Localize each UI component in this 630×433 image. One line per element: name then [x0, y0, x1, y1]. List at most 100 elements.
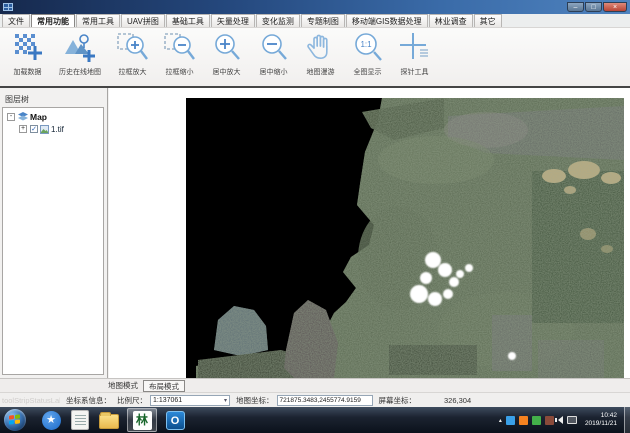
tray-expand-icon[interactable]: ▴ — [499, 417, 502, 424]
toolbar-button-label: 拉框放大 — [119, 67, 147, 77]
layer-panel: 图层树 - Map + ✓ 1.tif — [0, 88, 108, 378]
close-button[interactable]: × — [603, 2, 627, 12]
history-online-map-button[interactable]: 历史在线地图 — [51, 30, 109, 77]
layer-visibility-checkbox[interactable]: ✓ — [30, 125, 38, 133]
map-layers-icon — [18, 112, 28, 122]
status-bar: toolStripStatusLabel1 坐标系信息： 比例尺： 1:1370… — [0, 392, 630, 407]
view-mode-tabs: 地图模式 布局模式 — [0, 378, 630, 392]
box-zoom-in-icon — [116, 32, 150, 64]
center-zoom-out-button[interactable]: 居中缩小 — [250, 30, 297, 77]
tab-change-detection[interactable]: 变化监测 — [256, 14, 300, 27]
tray-orange-icon[interactable] — [519, 416, 528, 425]
explorer-app-button[interactable] — [98, 409, 120, 431]
toolbar-button-label: 加载数据 — [14, 67, 42, 77]
scale-combobox[interactable]: 1:137061 ▾ — [150, 395, 230, 406]
star-app-icon: ★ — [42, 411, 61, 430]
tab-layout-mode[interactable]: 布局模式 — [143, 380, 185, 392]
scale-label: 比例尺： — [117, 395, 147, 406]
taskbar-clock[interactable]: 10:42 2019/11/21 — [585, 412, 617, 428]
toolbar-button-label: 探针工具 — [401, 67, 429, 77]
tree-collapse-toggle[interactable]: - — [7, 113, 15, 121]
screen-coord-value: 326,304 — [444, 396, 471, 405]
app-window: – □ × 文件 常用功能 常用工具 UAV拼图 基础工具 矢量处理 变化监测 … — [0, 0, 630, 433]
tree-node-label: Map — [30, 112, 47, 122]
scale-value: 1:137061 — [153, 397, 182, 404]
tab-uav-mosaic[interactable]: UAV拼图 — [121, 14, 165, 27]
tab-other[interactable]: 其它 — [474, 14, 502, 27]
tray-blue-icon[interactable] — [506, 416, 515, 425]
map-canvas[interactable] — [109, 88, 630, 378]
tab-mobile-gis-data[interactable]: 移动端GIS数据处理 — [346, 14, 428, 27]
pan-hand-icon — [304, 32, 338, 64]
windows-flag-icon — [9, 414, 20, 425]
notepad-app-button[interactable] — [69, 409, 91, 431]
toolbar-button-label: 居中缩小 — [260, 67, 288, 77]
tab-common-tools[interactable]: 常用工具 — [76, 14, 120, 27]
toolbar-button-label: 拉框缩小 — [166, 67, 194, 77]
tab-forestry-survey[interactable]: 林业调查 — [429, 14, 473, 27]
system-tray: ▴ 10:42 2019/11/21 — [499, 407, 630, 433]
main-toolbar: 加载数据 历史在线地图 拉框放大 — [0, 28, 630, 86]
window-controls: – □ × — [567, 2, 627, 12]
titlebar: – □ × — [0, 0, 630, 14]
maximize-button[interactable]: □ — [585, 2, 602, 12]
toolbar-button-label: 地图漫游 — [307, 67, 335, 77]
status-placeholder-label: toolStripStatusLabel1 — [2, 396, 60, 405]
network-icon[interactable] — [567, 416, 577, 424]
show-desktop-button[interactable] — [624, 407, 630, 433]
tab-basic-tools[interactable]: 基础工具 — [166, 14, 210, 27]
center-zoom-out-icon — [257, 32, 291, 64]
tree-expand-toggle[interactable]: + — [19, 125, 27, 133]
map-coord-label: 地图坐标： — [236, 395, 274, 406]
probe-tool-button[interactable]: 探针工具 — [391, 30, 438, 77]
folder-icon — [99, 414, 119, 429]
tab-thematic-mapping[interactable]: 专题制图 — [301, 14, 345, 27]
map-coord-box[interactable]: 721875.3483,2455774.9159 — [277, 395, 373, 406]
tree-node-map[interactable]: - Map — [7, 111, 103, 123]
o-app-button[interactable]: O — [164, 409, 186, 431]
toolbar-button-label: 居中放大 — [213, 67, 241, 77]
toolbar-button-label: 全图显示 — [354, 67, 382, 77]
box-zoom-out-button[interactable]: 拉框缩小 — [156, 30, 203, 77]
tab-file[interactable]: 文件 — [2, 14, 30, 27]
box-zoom-in-button[interactable]: 拉框放大 — [109, 30, 156, 77]
star-app-button[interactable]: ★ — [40, 409, 62, 431]
tree-node-layer[interactable]: + ✓ 1.tif — [19, 123, 103, 135]
app-grid-icon — [3, 3, 13, 11]
center-zoom-in-button[interactable]: 居中放大 — [203, 30, 250, 77]
raster-layer-icon — [40, 125, 49, 134]
taskbar: ★ 林 O ▴ 10:42 2019/11/ — [0, 407, 630, 433]
taskbar-app-icons: ★ 林 O — [40, 408, 186, 432]
center-zoom-in-icon — [210, 32, 244, 64]
start-button[interactable] — [4, 409, 26, 431]
clock-time: 10:42 — [585, 412, 617, 420]
coord-system-label: 坐标系信息： — [66, 395, 111, 406]
svg-text:1:1: 1:1 — [360, 40, 372, 49]
volume-icon[interactable] — [558, 416, 563, 424]
box-zoom-out-icon — [163, 32, 197, 64]
probe-tool-icon — [398, 32, 432, 64]
tab-vector-processing[interactable]: 矢量处理 — [211, 14, 255, 27]
o-app-icon: O — [166, 411, 185, 430]
history-online-map-icon — [63, 32, 97, 64]
layer-tree[interactable]: - Map + ✓ 1.tif — [2, 107, 104, 375]
toolbar-button-label: 历史在线地图 — [59, 67, 101, 77]
ribbon-tab-bar: 文件 常用功能 常用工具 UAV拼图 基础工具 矢量处理 变化监测 专题制图 移… — [0, 14, 630, 28]
map-pan-button[interactable]: 地图漫游 — [297, 30, 344, 77]
tray-green-icon[interactable] — [532, 416, 541, 425]
dropdown-arrow-icon[interactable]: ▾ — [224, 397, 227, 404]
tree-node-label: 1.tif — [51, 125, 64, 134]
minimize-button[interactable]: – — [567, 2, 584, 12]
load-data-button[interactable]: 加载数据 — [4, 30, 51, 77]
tray-flag-icon[interactable] — [545, 416, 554, 425]
forest-gis-app-button[interactable]: 林 — [127, 408, 157, 432]
full-extent-icon: 1:1 — [351, 32, 385, 64]
screen-coord-label: 屏幕坐标： — [379, 395, 417, 406]
layer-panel-title: 图层树 — [0, 88, 107, 105]
notepad-icon — [71, 410, 89, 430]
clock-date: 2019/11/21 — [585, 420, 617, 428]
tab-map-mode[interactable]: 地图模式 — [103, 380, 143, 392]
forest-app-icon: 林 — [133, 411, 152, 430]
tab-common-functions[interactable]: 常用功能 — [31, 14, 75, 27]
full-extent-button[interactable]: 1:1 全图显示 — [344, 30, 391, 77]
